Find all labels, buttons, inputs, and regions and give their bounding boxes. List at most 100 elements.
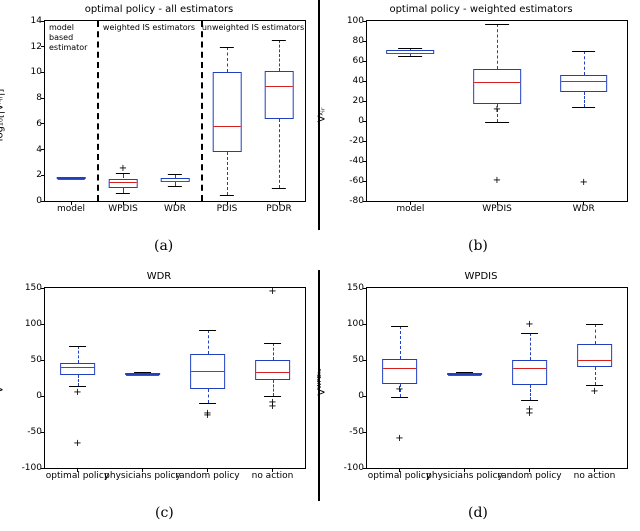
whisker-cap — [220, 47, 234, 48]
y-axis-label: log₁₀[|Vᵡᵢᵣ|] — [0, 89, 6, 142]
outlier-marker: + — [268, 287, 276, 297]
median-line — [58, 179, 85, 180]
plot-area: 02468101214modelWPDIS+WDRPDISPDDRmodel b… — [44, 20, 306, 202]
y-tick-mark — [41, 123, 45, 124]
whisker-cap — [572, 107, 596, 108]
median-line — [214, 126, 241, 127]
whisker-lower — [227, 152, 228, 194]
iqr-box — [57, 177, 86, 179]
y-axis-label: Vᵡᵢᵣ — [317, 108, 328, 123]
chart-title: optimal policy - all estimators — [4, 4, 314, 15]
y-tick-mark — [363, 121, 367, 122]
y-tick-mark — [41, 175, 45, 176]
outlier-marker: + — [203, 411, 211, 421]
x-tick-mark — [594, 468, 595, 472]
whisker-cap — [272, 188, 286, 189]
boxplot: ++ — [190, 288, 226, 468]
iqr-box — [473, 69, 521, 104]
x-tick-mark — [497, 201, 498, 205]
y-tick-mark — [41, 288, 45, 289]
whisker-cap — [485, 122, 509, 123]
y-tick-mark — [41, 432, 45, 433]
iqr-box — [109, 179, 138, 189]
plot-area: -100-50050100150optimal policy++physicia… — [366, 287, 628, 469]
x-tick-mark — [71, 201, 72, 205]
whisker-cap — [220, 195, 234, 196]
boxplot — [447, 288, 483, 468]
y-tick-mark — [363, 396, 367, 397]
outlier-marker: + — [525, 409, 533, 419]
whisker-lower — [273, 380, 274, 396]
y-tick-mark — [41, 98, 45, 99]
whisker-upper — [595, 324, 596, 344]
median-line — [388, 53, 434, 54]
median-line — [578, 360, 612, 361]
median-line — [256, 372, 290, 373]
median-line — [448, 375, 482, 376]
whisker-cap — [391, 397, 409, 398]
outlier-marker: + — [73, 388, 81, 398]
chart-title: optimal policy - weighted estimators — [326, 4, 636, 15]
whisker-upper — [273, 343, 274, 360]
outlier-marker: + — [579, 178, 587, 188]
x-tick-mark — [583, 201, 584, 205]
iqr-box — [255, 360, 291, 380]
x-tick-mark — [464, 468, 465, 472]
outlier-marker: + — [119, 164, 127, 174]
y-tick-mark — [363, 141, 367, 142]
chart-c: WDR Vᵂᴰᴿ -100-50050100150optimal policy+… — [4, 267, 314, 497]
y-tick-mark — [41, 149, 45, 150]
boxplot — [213, 21, 242, 201]
section-separator — [97, 21, 99, 201]
whisker-upper — [227, 47, 228, 73]
section-note: weighted IS estimators — [103, 23, 195, 33]
median-line — [110, 182, 137, 183]
boxplot: + — [560, 21, 608, 201]
iqr-box — [560, 75, 608, 92]
x-tick-mark — [399, 468, 400, 472]
chart-d: WPDIS Vᵂᴾᴰⁱˢ -100-50050100150optimal pol… — [326, 267, 636, 497]
iqr-box — [190, 354, 226, 389]
y-tick-mark — [363, 101, 367, 102]
whisker-cap — [116, 193, 130, 194]
chart-a: optimal policy - all estimators log₁₀[|V… — [4, 0, 314, 230]
boxplot: ++ — [382, 288, 418, 468]
subfigure-caption-b: (b) — [468, 238, 488, 254]
whisker-cap — [272, 40, 286, 41]
plot-area: -100-50050100150optimal policy++physicia… — [44, 287, 306, 469]
x-tick-mark — [410, 201, 411, 205]
x-tick-mark — [529, 468, 530, 472]
outlier-marker: + — [395, 434, 403, 444]
y-tick-mark — [363, 81, 367, 82]
boxplot — [387, 21, 435, 201]
whisker-cap — [168, 186, 182, 187]
outlier-marker: + — [493, 176, 501, 186]
median-line — [191, 371, 225, 372]
outlier-marker: + — [268, 402, 276, 412]
y-tick-mark — [363, 21, 367, 22]
x-tick-mark — [272, 468, 273, 472]
section-note: model based estimator — [49, 23, 87, 53]
whisker-cap — [398, 48, 422, 49]
whisker-cap — [398, 56, 422, 57]
iqr-box — [512, 360, 548, 385]
whisker-cap — [199, 403, 217, 404]
median-line — [383, 368, 417, 369]
y-tick-mark — [41, 46, 45, 47]
y-tick-mark — [41, 21, 45, 22]
subfigure-caption-a: (a) — [154, 238, 173, 254]
x-tick-mark — [227, 201, 228, 205]
y-tick-mark — [41, 468, 45, 469]
subfigure-caption-d: (d) — [468, 505, 488, 521]
boxplot: + — [577, 288, 613, 468]
y-tick-mark — [363, 201, 367, 202]
whisker-lower — [530, 385, 531, 400]
outlier-marker: + — [590, 387, 598, 397]
whisker-upper — [400, 326, 401, 358]
iqr-box — [161, 178, 190, 182]
y-tick-mark — [363, 324, 367, 325]
whisker-cap — [521, 333, 539, 334]
chart-title: WPDIS — [326, 271, 636, 282]
iqr-box — [447, 373, 483, 375]
y-tick-mark — [363, 61, 367, 62]
